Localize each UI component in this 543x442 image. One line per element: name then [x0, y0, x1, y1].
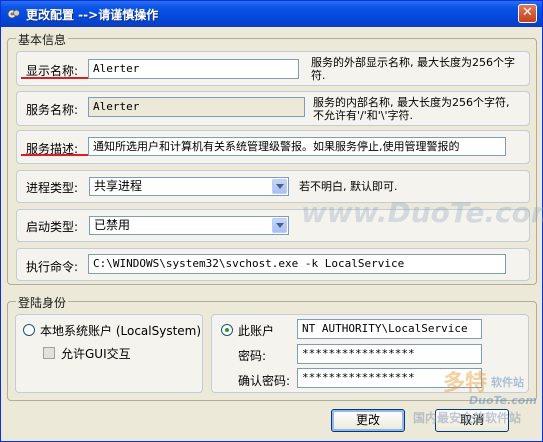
- confirm-password-label: 确认密码:: [238, 374, 291, 388]
- service-name-label: 服务名称:: [26, 103, 79, 117]
- account-input[interactable]: NT AUTHORITY\LocalService: [297, 319, 482, 339]
- cancel-button[interactable]: 取消: [435, 409, 509, 432]
- app-icon: [7, 9, 20, 19]
- this-account-label: 此账户: [238, 324, 275, 338]
- command-label: 执行命令:: [26, 260, 79, 274]
- service-name-help: 服务的内部名称, 最大长度为256个字符, 不允许有'/'和'\'字符.: [313, 96, 510, 122]
- description-input[interactable]: 通知所选用户和计算机有关系统管理级警报。如果服务停止,使用管理警报的: [88, 137, 506, 156]
- confirm-password-input[interactable]: *****************: [297, 368, 482, 388]
- service-name-input[interactable]: Alerter: [88, 97, 305, 117]
- process-type-help: 若不明白, 默认即可.: [299, 180, 398, 193]
- close-button[interactable]: ✕: [518, 4, 537, 23]
- basic-info-title: 基本信息: [16, 31, 69, 48]
- radio-selected-dot: [225, 328, 229, 332]
- allow-gui-checkbox[interactable]: [43, 347, 55, 359]
- password-label: 密码:: [238, 349, 267, 363]
- chevron-down-icon: [276, 223, 284, 228]
- window-title: 更改配置 -->请谨慎操作: [26, 8, 159, 22]
- change-button[interactable]: 更改: [331, 409, 405, 432]
- startup-type-value: 已禁用: [94, 218, 131, 232]
- chevron-down-icon: [276, 184, 284, 189]
- process-type-label: 进程类型:: [26, 181, 79, 195]
- local-system-label: 本地系统账户 (LocalSystem): [40, 324, 202, 338]
- allow-gui-label: 允许GUI交互: [61, 347, 131, 361]
- password-input[interactable]: *****************: [297, 344, 482, 364]
- login-identity-title: 登陆身份: [16, 294, 69, 311]
- local-system-radio[interactable]: [23, 324, 35, 336]
- title-bar[interactable]: 更改配置 -->请谨慎操作 ✕: [1, 1, 542, 27]
- process-type-select[interactable]: 共享进程: [89, 177, 289, 196]
- startup-type-label: 启动类型:: [26, 220, 79, 234]
- process-type-dropdown-button[interactable]: [272, 179, 287, 194]
- process-type-value: 共享进程: [94, 179, 143, 193]
- dialog-window: 更改配置 -->请谨慎操作 ✕ 基本信息 显示名称: Alerter 服务的外部…: [0, 0, 543, 442]
- display-name-help: 服务的外部显示名称, 最大长度为256个字符.: [311, 56, 515, 82]
- startup-type-dropdown-button[interactable]: [272, 218, 287, 233]
- startup-type-select[interactable]: 已禁用: [89, 216, 289, 235]
- this-account-radio[interactable]: [221, 324, 233, 336]
- command-input[interactable]: C:\WINDOWS\system32\svchost.exe -k Local…: [88, 254, 506, 274]
- display-name-input[interactable]: Alerter: [88, 59, 299, 79]
- close-icon: ✕: [522, 5, 533, 20]
